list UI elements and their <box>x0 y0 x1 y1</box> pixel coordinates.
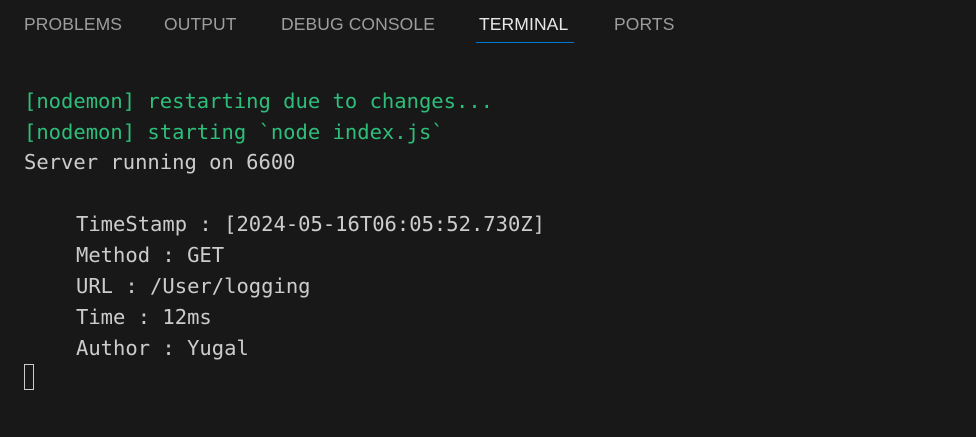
panel-tab-bar: PROBLEMS OUTPUT DEBUG CONSOLE TERMINAL P… <box>0 0 976 46</box>
tab-debug-console[interactable]: DEBUG CONSOLE <box>281 13 435 35</box>
terminal-cursor <box>24 364 34 390</box>
terminal-line: Method : GET <box>76 243 225 267</box>
terminal-line: [nodemon] restarting due to changes... <box>24 89 493 113</box>
terminal-panel: PROBLEMS OUTPUT DEBUG CONSOLE TERMINAL P… <box>0 0 976 437</box>
terminal-line: Author : Yugal <box>76 336 249 360</box>
terminal-line: Server running on 6600 <box>24 150 296 174</box>
tab-terminal[interactable]: TERMINAL <box>479 13 568 35</box>
terminal-line: TimeStamp : [2024-05-16T06:05:52.730Z] <box>76 212 545 236</box>
terminal-line: URL : /User/logging <box>76 274 311 298</box>
terminal-line: [nodemon] starting `node index.js` <box>24 120 444 144</box>
tab-problems[interactable]: PROBLEMS <box>24 13 122 35</box>
tab-ports[interactable]: PORTS <box>614 13 674 35</box>
active-tab-indicator <box>476 42 574 43</box>
tab-output[interactable]: OUTPUT <box>164 13 237 35</box>
terminal-output[interactable]: [nodemon] restarting due to changes... [… <box>0 46 976 437</box>
terminal-line: Time : 12ms <box>76 305 212 329</box>
